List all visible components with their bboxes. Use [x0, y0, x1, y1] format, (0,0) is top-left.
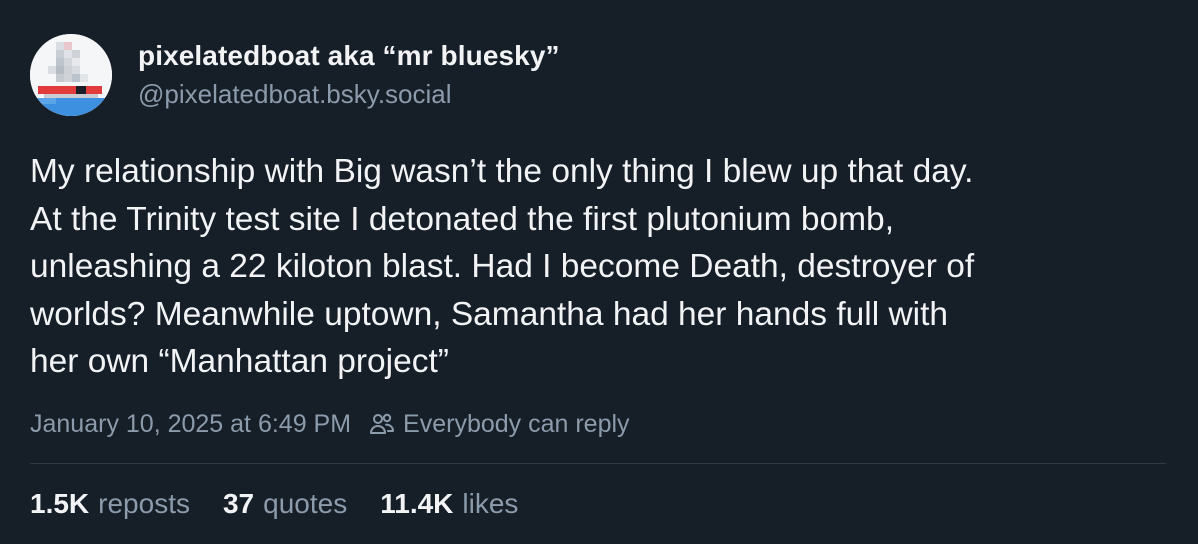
people-icon [369, 412, 395, 436]
engagement-stats: 1.5K reposts 37 quotes 11.4K likes [30, 484, 551, 524]
divider [30, 463, 1166, 464]
post-meta: January 10, 2025 at 6:49 PM Everybody ca… [30, 404, 630, 444]
quotes-count: 37 [222, 488, 255, 519]
likes-stat[interactable]: 11.4K likes [380, 484, 518, 524]
reply-setting[interactable]: Everybody can reply [403, 404, 630, 444]
quotes-stat[interactable]: 37 quotes [223, 484, 347, 524]
author-names: pixelatedboat aka “mr bluesky” @pixelate… [138, 39, 560, 111]
display-name[interactable]: pixelatedboat aka “mr bluesky” [138, 39, 560, 73]
post-card: pixelatedboat aka “mr bluesky” @pixelate… [0, 0, 1198, 544]
reposts-label: reposts [98, 488, 190, 519]
likes-label: likes [462, 488, 519, 519]
avatar[interactable] [30, 34, 112, 116]
pixelated-boat-avatar-icon [30, 34, 112, 116]
reposts-count: 1.5K [30, 488, 90, 519]
post-timestamp: January 10, 2025 at 6:49 PM [30, 410, 352, 438]
post-header: pixelatedboat aka “mr bluesky” @pixelate… [30, 34, 560, 116]
author-handle[interactable]: @pixelatedboat.bsky.social [138, 77, 560, 111]
quotes-label: quotes [263, 488, 348, 519]
reposts-stat[interactable]: 1.5K reposts [30, 484, 190, 524]
likes-count: 11.4K [380, 488, 454, 519]
post-text: My relationship with Big wasn’t the only… [30, 153, 975, 380]
